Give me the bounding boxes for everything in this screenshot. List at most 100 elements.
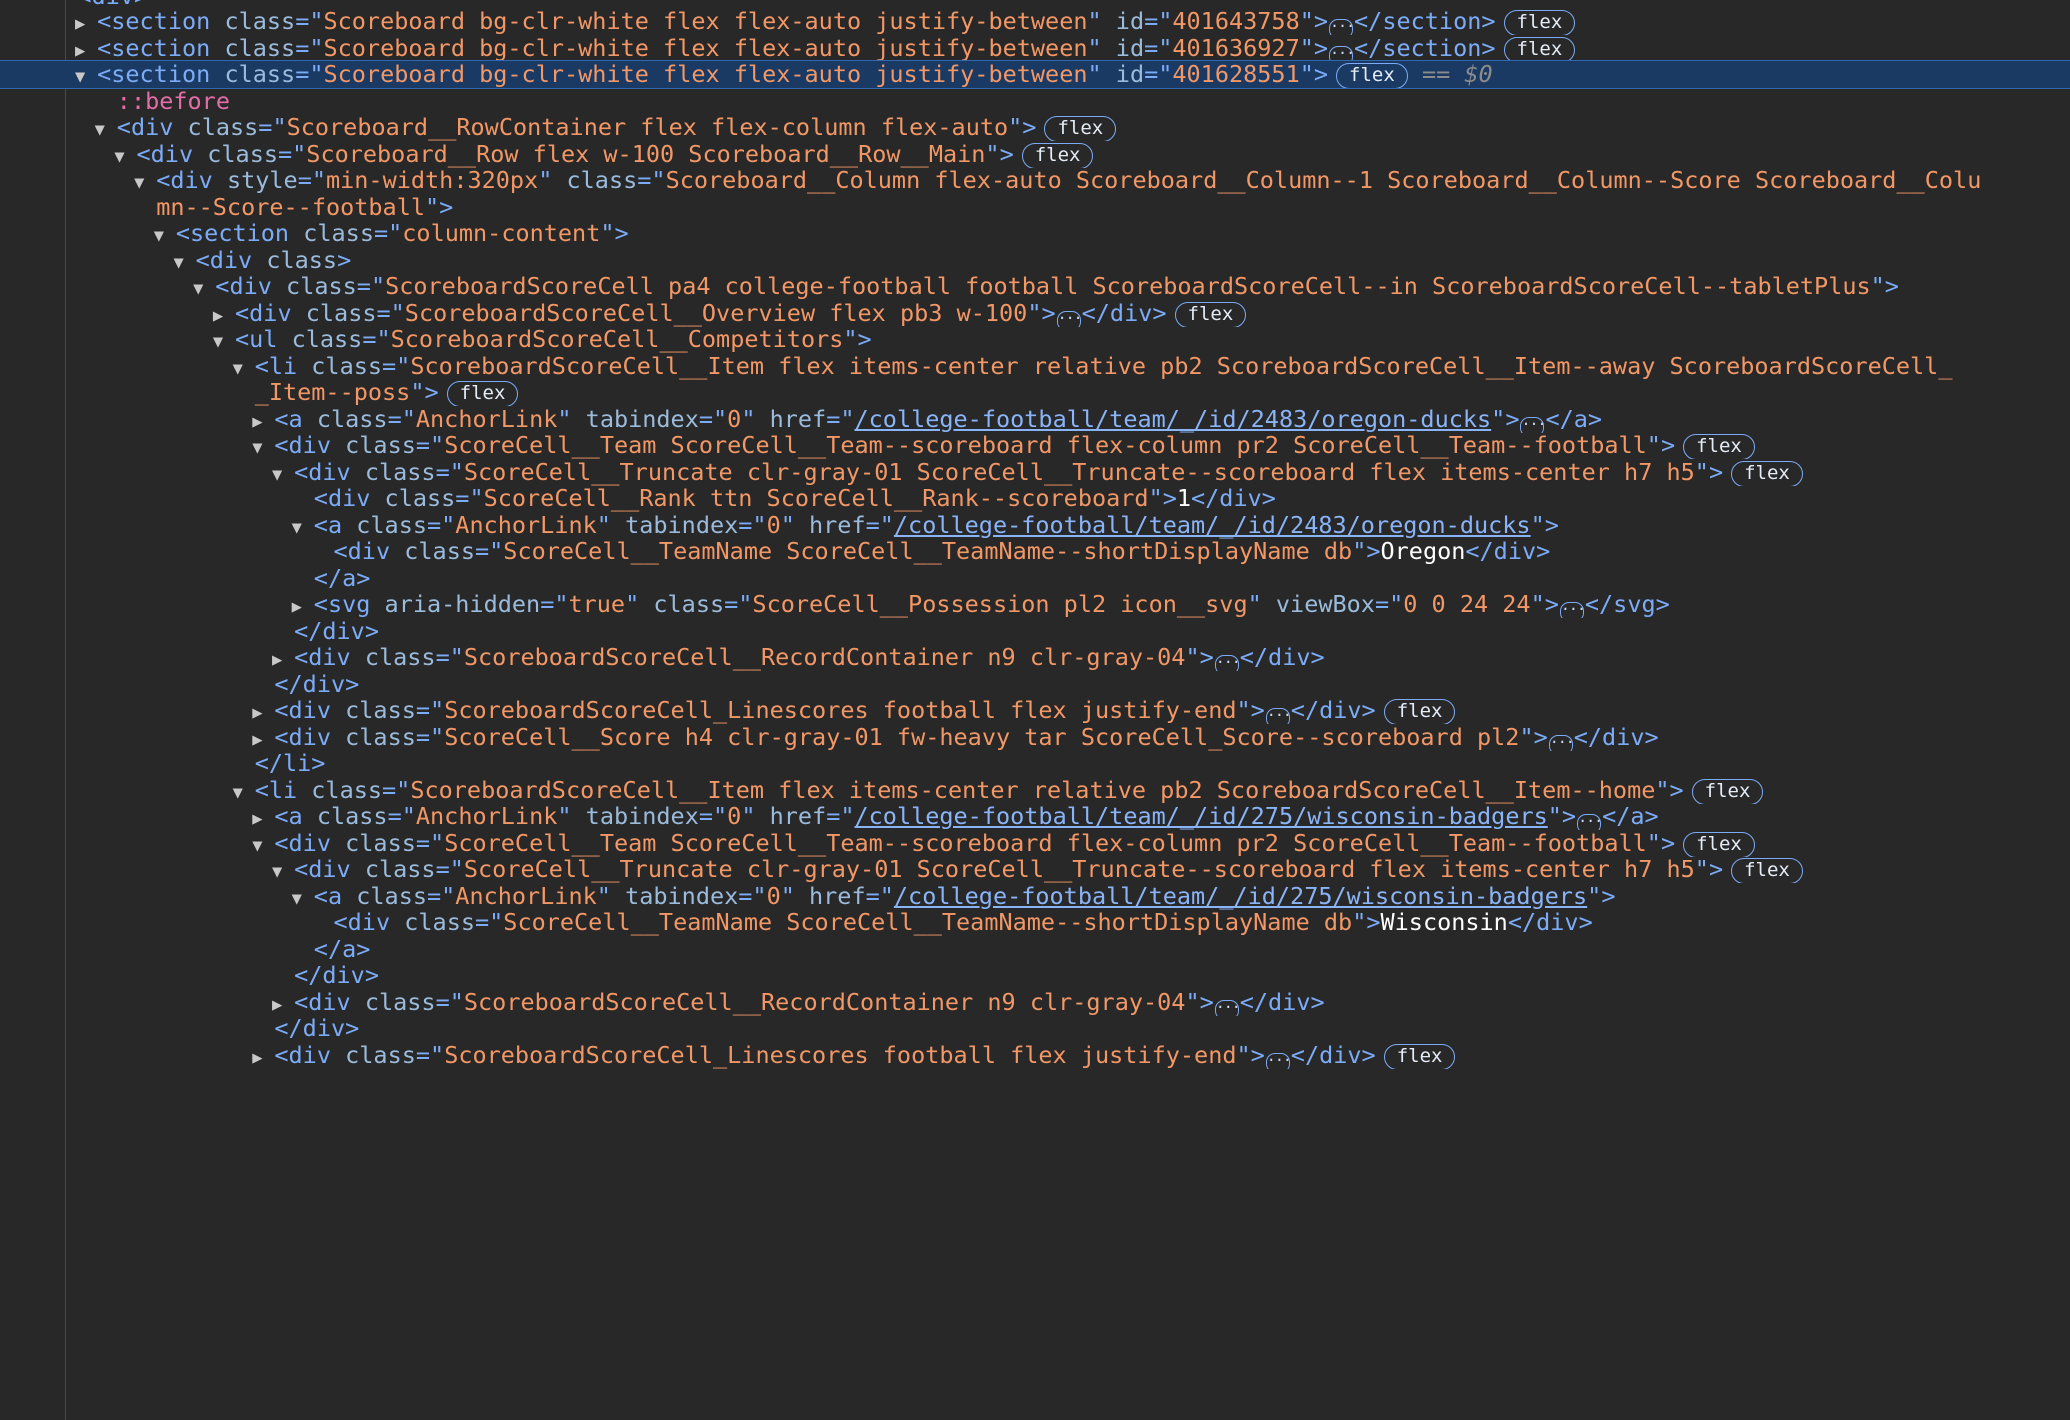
dom-node-row[interactable]: ▶ <div class="ScoreboardScoreCell_Linesco… (0, 1042, 2070, 1069)
dom-node-row[interactable]: ▼ <li class="ScoreboardScoreCell__Item fl… (0, 353, 2070, 380)
dom-node-row[interactable]: ▶ <section class="Scoreboard bg-clr-white… (0, 8, 2070, 35)
href-link[interactable]: /college-football/team/_/id/2483/oregon-… (855, 406, 1492, 433)
node-content: ▼ <li class="ScoreboardScoreCell__Item fl… (233, 353, 1953, 380)
collapsed-ellipsis-icon[interactable]: ··· (1329, 45, 1355, 62)
dom-node-row[interactable]: ▶ <div class="ScoreCell__Score h4 clr-gra… (0, 724, 2070, 751)
disclosure-triangle-right-icon[interactable]: ▶ (246, 727, 268, 751)
disclosure-triangle-right-icon[interactable]: ▶ (246, 1045, 268, 1069)
elements-tree[interactable]: <div>▶<section class="Scoreboard bg-clr-… (0, 0, 2070, 1420)
flex-badge[interactable]: flex (446, 381, 519, 406)
disclosure-triangle-down-icon[interactable]: ▼ (246, 833, 268, 857)
dom-node-row[interactable]: </li> (0, 750, 2070, 777)
dom-node-row[interactable]: ▶ <div class="ScoreboardScoreCell_Linesco… (0, 697, 2070, 724)
flex-badge[interactable]: flex (1336, 63, 1408, 88)
href-link[interactable]: /college-football/team/_/id/275/wisconsi… (894, 883, 1587, 910)
disclosure-triangle-down-icon[interactable]: ▼ (286, 515, 308, 539)
dom-node-row[interactable]: ▼ <div class="ScoreCell__Truncate clr-gra… (0, 459, 2070, 486)
disclosure-triangle-down-icon[interactable]: ▼ (227, 356, 249, 380)
disclosure-triangle-down-icon[interactable]: ▼ (69, 64, 91, 88)
collapsed-ellipsis-icon[interactable]: ··· (1214, 655, 1241, 671)
disclosure-triangle-down-icon[interactable]: ▼ (266, 462, 288, 486)
disclosure-triangle-down-icon[interactable]: ▼ (207, 329, 229, 353)
dom-node-row[interactable]: <div class="ScoreCell__TeamName ScoreCel… (0, 538, 2070, 565)
dom-node-row[interactable]: </a> (0, 936, 2070, 963)
flex-badge[interactable]: flex (1174, 301, 1247, 327)
flex-badge[interactable]: flex (1731, 460, 1803, 486)
flex-badge[interactable]: flex (1731, 858, 1803, 883)
flex-badge[interactable]: flex (1503, 36, 1576, 62)
href-link[interactable]: /college-football/team/_/id/275/wisconsi… (855, 803, 1548, 830)
dom-node-row[interactable]: ▼ <ul class="ScoreboardScoreCell__Competi… (0, 326, 2070, 353)
dom-node-row[interactable]: mn--Score--football"> (0, 194, 2070, 221)
flex-badge[interactable]: flex (1691, 778, 1764, 804)
disclosure-triangle-right-icon[interactable]: ▶ (246, 806, 268, 830)
dom-node-row[interactable]: ▼ <div class="ScoreCell__Truncate clr-gra… (0, 856, 2070, 883)
dom-node-row[interactable]: ▶ <a class="AnchorLink" tabindex="0" href… (0, 406, 2070, 433)
disclosure-triangle-right-icon[interactable]: ▶ (246, 409, 268, 433)
dom-node-row[interactable]: ::before (0, 88, 2070, 115)
flex-badge[interactable]: flex (1383, 1043, 1456, 1069)
dom-node-row[interactable]: </div> (0, 671, 2070, 698)
flex-badge[interactable]: flex (1683, 831, 1755, 857)
dom-node-row[interactable]: ▼ <div class="Scoreboard__Row flex w-100 … (0, 141, 2070, 168)
flex-badge[interactable]: flex (1044, 116, 1117, 141)
disclosure-triangle-down-icon[interactable]: ▼ (266, 859, 288, 883)
dom-node-row[interactable]: </a> (0, 565, 2070, 592)
collapsed-ellipsis-icon[interactable]: ··· (1548, 734, 1575, 751)
attribute-name: class (345, 829, 416, 857)
disclosure-triangle-right-icon[interactable]: ▶ (266, 647, 288, 671)
disclosure-triangle-down-icon[interactable]: ▼ (187, 276, 209, 300)
dom-node-row[interactable]: ▶ <svg aria-hidden="true" class="ScoreCel… (0, 591, 2070, 618)
dom-node-row[interactable]: </div> (0, 962, 2070, 989)
dom-node-row[interactable]: ▼ <div class> (0, 247, 2070, 274)
disclosure-triangle-down-icon[interactable]: ▼ (286, 886, 308, 910)
flex-badge[interactable]: flex (1503, 10, 1576, 35)
disclosure-triangle-right-icon[interactable]: ▶ (69, 11, 91, 35)
dom-node-row[interactable]: ▶ <a class="AnchorLink" tabindex="0" href… (0, 803, 2070, 830)
disclosure-triangle-down-icon[interactable]: ▼ (89, 117, 111, 141)
href-link[interactable]: /college-football/team/_/id/2483/oregon-… (894, 512, 1531, 539)
dom-node-row[interactable]: ▼ <a class="AnchorLink" tabindex="0" href… (0, 512, 2070, 539)
dom-node-row[interactable]: ▼ <div class="Scoreboard__RowContainer fl… (0, 114, 2070, 141)
disclosure-triangle-right-icon[interactable]: ▶ (266, 992, 288, 1016)
dom-node-row[interactable]: </div> (0, 1015, 2070, 1042)
collapsed-ellipsis-icon[interactable]: ··· (1329, 19, 1355, 35)
dom-node-row[interactable]: ▼ <div class="ScoreCell__Team ScoreCell__… (0, 830, 2070, 857)
collapsed-ellipsis-icon[interactable]: ··· (1056, 310, 1083, 327)
collapsed-ellipsis-icon[interactable]: ··· (1265, 708, 1292, 724)
flex-badge[interactable]: flex (1383, 699, 1456, 724)
disclosure-triangle-down-icon[interactable]: ▼ (109, 144, 131, 168)
attribute-value: ScoreCell__Truncate clr-gray-01 ScoreCel… (463, 856, 1695, 883)
dom-node-row[interactable]: <div class="ScoreCell__Rank ttn ScoreCel… (0, 485, 2070, 512)
collapsed-ellipsis-icon[interactable]: ··· (1559, 602, 1586, 618)
dom-node-row[interactable]: ▶ <div class="ScoreboardScoreCell__Record… (0, 989, 2070, 1016)
dom-node-row[interactable]: ▶ <div class="ScoreboardScoreCell__Record… (0, 644, 2070, 671)
dom-node-row[interactable]: _Item--poss"> flex (0, 379, 2070, 406)
collapsed-ellipsis-icon[interactable]: ··· (1265, 1052, 1292, 1069)
dom-node-row[interactable]: ▼ <li class="ScoreboardScoreCell__Item fl… (0, 777, 2070, 804)
collapsed-ellipsis-icon[interactable]: ··· (1214, 999, 1241, 1016)
flex-badge[interactable]: flex (1021, 142, 1094, 168)
dom-node-row[interactable]: </div> (0, 618, 2070, 645)
disclosure-triangle-right-icon[interactable]: ▶ (69, 38, 91, 62)
dom-node-row[interactable]: ▼ <div class="ScoreboardScoreCell pa4 col… (0, 273, 2070, 300)
dom-node-row[interactable]: ▼ <section class="column-content"> (0, 220, 2070, 247)
disclosure-triangle-down-icon[interactable]: ▼ (128, 170, 150, 194)
disclosure-triangle-right-icon[interactable]: ▶ (246, 700, 268, 724)
flex-badge[interactable]: flex (1683, 434, 1755, 459)
dom-node-row[interactable]: ▼ <div style="min-width:320px" class="Sco… (0, 167, 2070, 194)
dom-node-row[interactable]: ▶ <div class="ScoreboardScoreCell__Overvi… (0, 300, 2070, 327)
dom-node-row[interactable]: <div class="ScoreCell__TeamName ScoreCel… (0, 909, 2070, 936)
collapsed-ellipsis-icon[interactable]: ··· (1520, 416, 1547, 433)
disclosure-triangle-down-icon[interactable]: ▼ (227, 780, 249, 804)
disclosure-triangle-right-icon[interactable]: ▶ (207, 303, 229, 327)
dom-node-row[interactable]: ▼ <a class="AnchorLink" tabindex="0" href… (0, 883, 2070, 910)
selected-node-row[interactable]: ▼ <section class="Scoreboard bg-clr-white… (0, 60, 2070, 89)
disclosure-triangle-down-icon[interactable]: ▼ (168, 250, 190, 274)
collapsed-ellipsis-icon[interactable]: ··· (1577, 814, 1603, 830)
dom-node-row[interactable]: ▶ <section class="Scoreboard bg-clr-white… (0, 35, 2070, 62)
disclosure-triangle-down-icon[interactable]: ▼ (246, 435, 268, 459)
disclosure-triangle-down-icon[interactable]: ▼ (148, 223, 170, 247)
disclosure-triangle-right-icon[interactable]: ▶ (286, 594, 308, 618)
dom-node-row[interactable]: ▼ <div class="ScoreCell__Team ScoreCell__… (0, 432, 2070, 459)
